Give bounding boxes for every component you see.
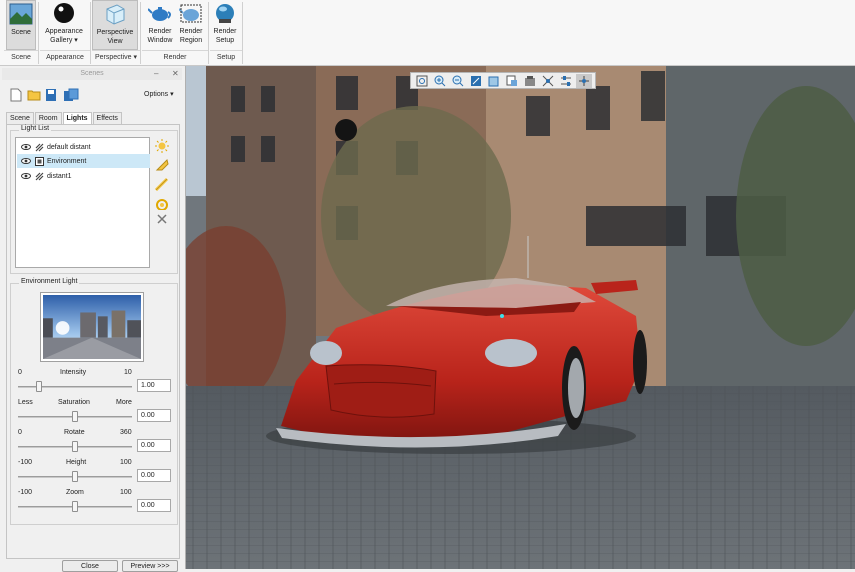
environment-light-heading: Environment Light — [19, 278, 80, 285]
environment-preview — [40, 292, 144, 362]
render-viewport[interactable] — [186, 66, 855, 569]
intensity-value-field[interactable]: 1.00 — [137, 379, 171, 392]
light-item-label: default distant — [47, 143, 91, 151]
render-setup-button[interactable]: Render Setup — [210, 0, 240, 50]
perspective-cube-icon — [106, 4, 125, 25]
distant-light-icon — [35, 143, 44, 151]
scene-label: Scene — [11, 29, 31, 36]
saturation-max: More — [116, 399, 132, 406]
render-setup-label: Render Setup — [213, 28, 237, 44]
light-item-distant1[interactable]: distant1 — [17, 169, 150, 183]
intensity-slider-thumb[interactable] — [36, 381, 43, 392]
height-label: Height — [66, 459, 87, 466]
scene-render — [186, 66, 855, 569]
close-icon[interactable]: ✕ — [172, 68, 179, 80]
view-manager-icon[interactable] — [522, 74, 538, 88]
group-setup: Setup — [210, 50, 242, 65]
group-render: Render — [142, 50, 208, 65]
saved-views-icon[interactable] — [504, 74, 520, 88]
viewport-toolbar — [410, 72, 596, 89]
zoom-in-icon[interactable] — [432, 74, 448, 88]
intensity-slider-track[interactable] — [18, 386, 132, 388]
save-copy-icon[interactable] — [63, 88, 79, 102]
render-setup-icon — [216, 4, 234, 23]
light-item-label: distant1 — [47, 172, 72, 180]
environment-light-icon — [35, 156, 44, 166]
light-item-environment[interactable]: Environment — [17, 154, 150, 168]
light-item-label: Environment — [47, 157, 87, 165]
height-slider-thumb[interactable] — [72, 471, 78, 482]
teapot-icon — [148, 7, 171, 21]
zoom-slider-thumb[interactable] — [72, 501, 78, 512]
refit-icon[interactable] — [468, 74, 484, 88]
render-window-label: Render Window — [147, 28, 173, 44]
intensity-label: Intensity — [60, 369, 87, 376]
render-region-button[interactable]: Render Region — [176, 0, 206, 50]
add-sun-light-icon[interactable] — [155, 139, 169, 153]
render-region-label: Render Region — [179, 28, 203, 44]
add-spot-light-icon[interactable] — [155, 158, 169, 172]
close-button[interactable]: Close — [62, 560, 118, 572]
open-folder-icon[interactable] — [27, 88, 41, 102]
add-skylight-icon[interactable] — [155, 196, 169, 210]
group-appearance: Appearance — [40, 50, 90, 65]
zoom-min: -100 — [18, 489, 33, 496]
sphere-icon — [54, 3, 74, 23]
perspective-icon[interactable] — [540, 74, 556, 88]
group-perspective[interactable]: Perspective ▾ — [92, 50, 140, 65]
zoom-out-icon[interactable] — [450, 74, 466, 88]
distant-light-icon — [35, 172, 44, 180]
perspective-view-button[interactable]: Perspective View — [92, 0, 138, 50]
light-list: default distant Environment distant1 — [15, 137, 150, 268]
rotate-value-field[interactable]: 0.00 — [137, 439, 171, 452]
shaded-view-icon[interactable] — [486, 74, 502, 88]
appearance-gallery-label: Appearance Gallery ▾ — [45, 28, 83, 44]
minimize-icon[interactable]: – — [154, 68, 158, 80]
preview-button[interactable]: Preview >>> — [122, 560, 178, 572]
zoom-value-field[interactable]: 0.00 — [137, 499, 171, 512]
zoom-window-icon[interactable] — [414, 74, 430, 88]
zoom-max: 100 — [120, 489, 132, 496]
saturation-label: Saturation — [58, 399, 90, 406]
height-min: -100 — [18, 459, 33, 466]
saturation-min: Less — [18, 399, 33, 406]
rotate-max: 360 — [120, 429, 132, 436]
rotate-slider-thumb[interactable] — [72, 441, 78, 452]
delete-light-icon[interactable] — [155, 212, 169, 226]
light-list-heading: Light List — [19, 125, 52, 132]
environment-map-image — [43, 295, 141, 359]
intensity-min: 0 — [18, 369, 22, 376]
add-distant-light-icon[interactable] — [155, 177, 169, 191]
spin-center-icon[interactable] — [576, 73, 592, 88]
render-window-button[interactable]: Render Window — [144, 0, 176, 50]
ribbon: Scene Appearance Gallery ▾ Perspective V… — [0, 0, 855, 66]
saturation-slider-thumb[interactable] — [72, 411, 78, 422]
intensity-max: 10 — [124, 369, 132, 376]
save-icon[interactable] — [45, 88, 57, 102]
saturation-value-field[interactable]: 0.00 — [137, 409, 171, 422]
scene-button[interactable]: Scene — [6, 0, 36, 50]
eye-icon[interactable] — [21, 158, 31, 164]
eye-icon[interactable] — [21, 173, 31, 179]
height-value-field[interactable]: 0.00 — [137, 469, 171, 482]
zoom-label: Zoom — [66, 489, 84, 496]
display-settings-icon[interactable] — [558, 74, 574, 88]
group-scene: Scene — [4, 50, 38, 65]
rotate-min: 0 — [18, 429, 22, 436]
eye-icon[interactable] — [21, 144, 31, 150]
rotate-label: Rotate — [64, 429, 85, 436]
panel-title: Scenes – ✕ — [2, 68, 182, 80]
perspective-view-label: Perspective View — [96, 29, 134, 45]
light-item-default-distant[interactable]: default distant — [17, 140, 150, 154]
options-menu[interactable]: Options ▾ — [144, 90, 174, 98]
height-max: 100 — [120, 459, 132, 466]
appearance-gallery-button[interactable]: Appearance Gallery ▾ — [40, 0, 88, 50]
teapot-region-icon — [179, 4, 202, 23]
scene-icon — [9, 3, 33, 25]
panel-title-text: Scenes — [80, 70, 104, 77]
new-file-icon[interactable] — [10, 88, 22, 102]
